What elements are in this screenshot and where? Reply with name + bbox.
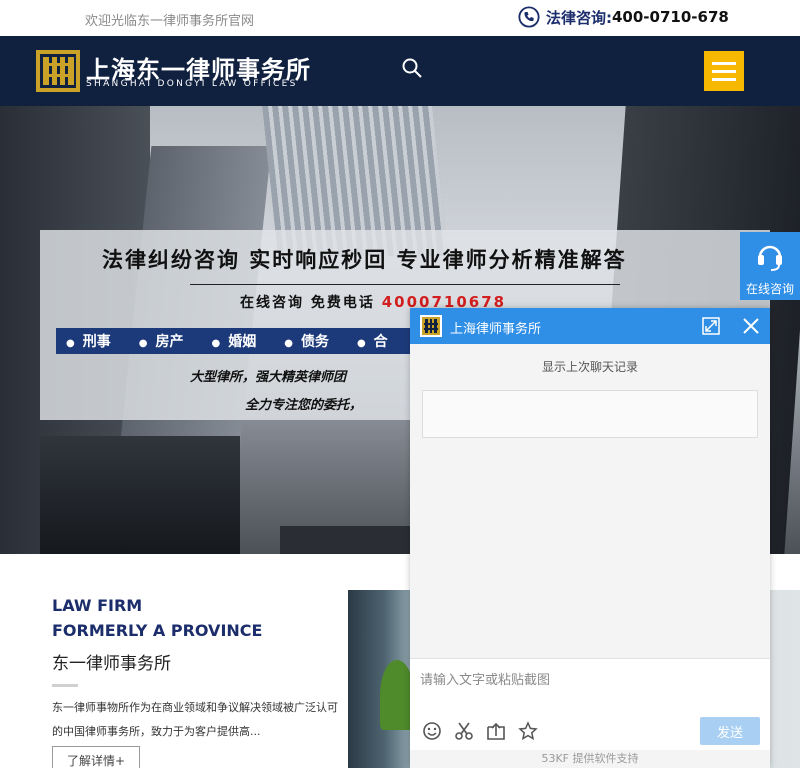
close-icon[interactable] <box>742 317 760 335</box>
scissors-icon[interactable] <box>454 721 474 741</box>
banner-line-1: 大型律所，强大精英律师团 <box>190 370 347 385</box>
menu-button[interactable] <box>704 51 744 91</box>
building-image <box>40 436 240 554</box>
brand-name-en: SHANGHAI DONGYI LAW OFFICES <box>86 79 298 89</box>
banner-title: 法律纠纷咨询 实时响应秒回 专业律师分析精准解答 <box>102 248 627 272</box>
online-consult-label: 在线咨询 <box>745 282 794 296</box>
intro-heading-line-1: LAW FIRM <box>52 596 143 615</box>
chat-header: 上海律师事务所 <box>410 308 770 344</box>
intro-text: 东一律师事物所作为在商业领域和争议解决领域被广泛认可的中国律师事务所，致力于为客… <box>52 701 338 738</box>
show-history-link[interactable]: 显示上次聊天记录 <box>410 358 770 375</box>
intro-divider <box>52 684 78 687</box>
banner-tag: 合 <box>357 331 388 351</box>
intro-heading-line-2: FORMERLY A PROVINCE <box>52 621 263 640</box>
star-icon[interactable] <box>518 721 538 741</box>
banner-tag: 房产 <box>139 331 183 351</box>
chat-message-box <box>422 390 758 438</box>
hotline: 法律咨询: 400-0710-678 <box>518 6 729 28</box>
hamburger-menu-icon <box>712 62 736 65</box>
online-consult-button[interactable]: 在线咨询 <box>740 232 800 300</box>
site-header: 上海东一律师事务所 SHANGHAI DONGYI LAW OFFICES <box>0 36 800 106</box>
top-bar: 欢迎光临东一律师事务所官网 法律咨询: 400-0710-678 <box>0 0 800 36</box>
banner-subtitle-text: 在线咨询 免费电话 <box>240 295 375 311</box>
page: 欢迎光临东一律师事务所官网 法律咨询: 400-0710-678 上海东一律师事… <box>0 0 800 768</box>
chat-input-area: 发送 <box>410 658 770 750</box>
upload-icon[interactable] <box>486 721 506 741</box>
hamburger-menu-icon <box>712 78 736 81</box>
hotline-label: 法律咨询: <box>546 8 612 27</box>
learn-more-button[interactable]: 了解详情+ <box>52 746 140 768</box>
expand-icon[interactable] <box>702 317 720 335</box>
welcome-text: 欢迎光临东一律师事务所官网 <box>85 14 255 29</box>
emoji-icon[interactable] <box>422 721 442 741</box>
firm-logo-icon[interactable] <box>36 50 80 92</box>
chat-footer: 53KF 提供软件支持 <box>541 752 639 765</box>
send-button[interactable]: 发送 <box>700 717 760 745</box>
headset-icon <box>758 245 782 271</box>
chat-title: 上海律师事务所 <box>450 322 542 337</box>
plant-image <box>380 660 414 730</box>
intro-heading: LAW FIRM FORMERLY A PROVINCE <box>52 593 262 643</box>
banner-tag: 婚姻 <box>211 331 256 351</box>
phone-icon <box>518 6 540 28</box>
chat-window: 上海律师事务所 显示上次聊天记录 请输入文字或粘贴截图 发送 53KF 提供软件… <box>410 308 770 768</box>
intro-firm-name: 东一律师事务所 <box>52 654 171 674</box>
banner-line-2: 全力专注您的委托， <box>245 398 363 413</box>
building-image <box>280 526 420 554</box>
hamburger-menu-icon <box>712 70 736 73</box>
chat-input[interactable] <box>420 665 760 695</box>
banner-divider <box>190 284 620 285</box>
banner-tag: 刑事 <box>66 331 111 351</box>
hotline-number[interactable]: 400-0710-678 <box>612 8 729 26</box>
banner-tag: 债务 <box>284 331 329 351</box>
chat-logo-icon <box>420 315 442 337</box>
search-icon[interactable] <box>400 56 424 80</box>
